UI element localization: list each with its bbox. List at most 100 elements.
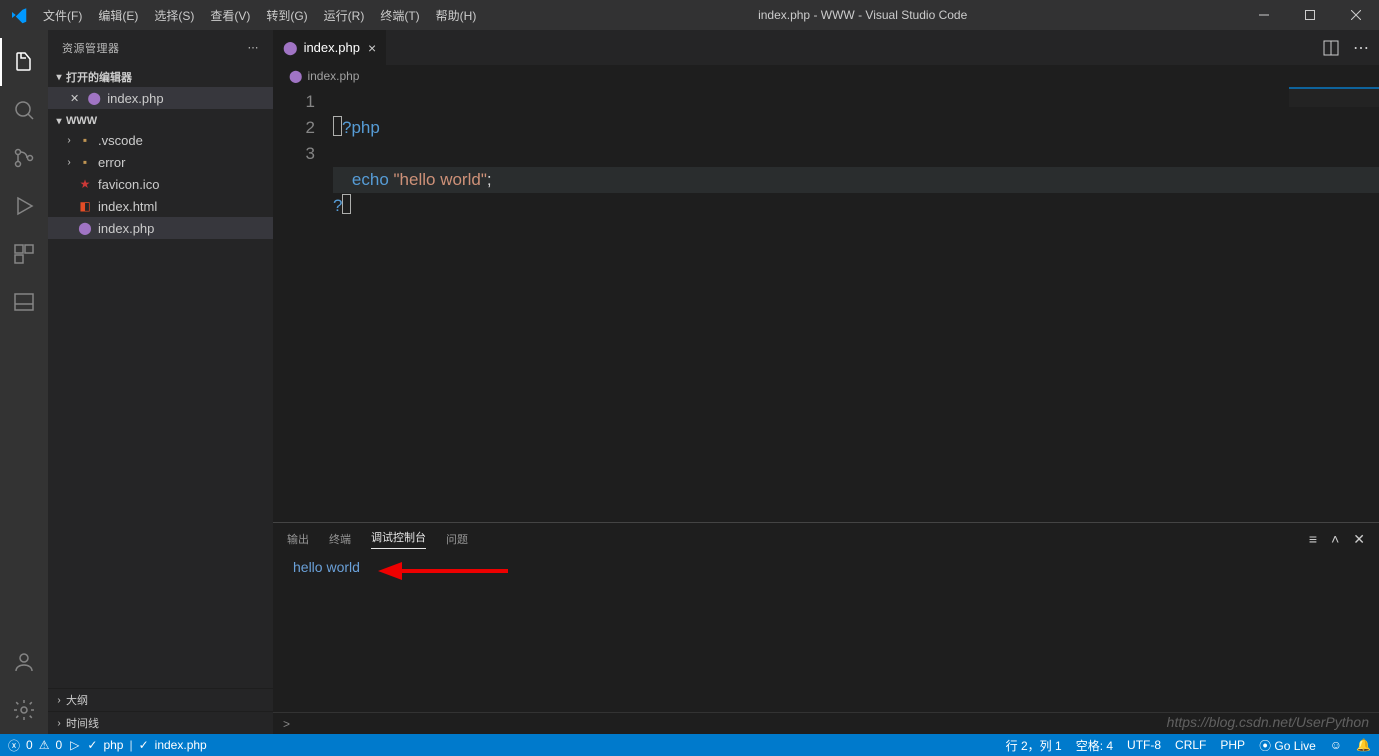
error-count: 0 (26, 738, 33, 752)
sidebar-more-icon[interactable]: ⋯ (248, 41, 260, 54)
tree-file-favicon[interactable]: ★favicon.ico (48, 173, 273, 195)
tree-item-label: .vscode (98, 133, 143, 148)
close-tab-icon[interactable]: × (368, 40, 376, 56)
php-file-icon: ⬤ (289, 69, 302, 83)
menu-help[interactable]: 帮助(H) (428, 7, 485, 24)
status-cursor[interactable]: 行 2，列 1 (1006, 737, 1062, 754)
editor-tabs: ⬤ index.php × ⋯ (273, 30, 1379, 65)
status-file-label: index.php (155, 738, 207, 752)
vscode-logo-icon (0, 6, 35, 24)
account-icon[interactable] (0, 638, 48, 686)
status-eol[interactable]: CRLF (1175, 738, 1206, 752)
panel-collapse-icon[interactable]: ˄ (1331, 531, 1339, 548)
panel-icon[interactable] (0, 278, 48, 326)
status-language[interactable]: ✓ php | ✓ index.php (87, 738, 206, 752)
split-editor-icon[interactable] (1323, 40, 1339, 56)
folder-icon: ▪ (76, 133, 94, 147)
status-encoding[interactable]: UTF-8 (1127, 738, 1161, 752)
timeline-label: 时间线 (66, 715, 99, 731)
open-editors-label: 打开的编辑器 (66, 69, 132, 85)
sidebar-header: 资源管理器 ⋯ (48, 30, 273, 65)
title-bar: 文件(F) 编辑(E) 选择(S) 查看(V) 转到(G) 运行(R) 终端(T… (0, 0, 1379, 30)
status-run[interactable]: ▷ (70, 738, 79, 752)
status-indent[interactable]: 空格: 4 (1076, 737, 1113, 754)
tree-file-indexhtml[interactable]: ◧ index.html (48, 195, 273, 217)
panel-tab-terminal[interactable]: 终端 (329, 531, 351, 547)
status-golive[interactable]: ⦿ Go Live (1259, 737, 1316, 754)
menu-terminal[interactable]: 终端(T) (372, 7, 427, 24)
status-bar: ⓧ0 ⚠0 ▷ ✓ php | ✓ index.php 行 2，列 1 空格: … (0, 734, 1379, 756)
menu-view[interactable]: 查看(V) (202, 7, 258, 24)
panel-tabs: 输出 终端 调试控制台 问题 ≡ ˄ ✕ (273, 523, 1379, 555)
menu-select[interactable]: 选择(S) (146, 7, 202, 24)
favicon-file-icon: ★ (76, 177, 94, 191)
editor-area: ⬤ index.php × ⋯ ⬤ index.php 1 2 3 ?php e… (273, 30, 1379, 734)
status-feedback-icon[interactable]: ☺ (1330, 738, 1342, 752)
open-editor-label: index.php (107, 91, 163, 106)
broadcast-icon: ⦿ (1259, 739, 1274, 753)
open-editors-section[interactable]: ▾打开的编辑器 (48, 67, 273, 87)
workspace-label: WWW (66, 115, 97, 127)
open-editor-item[interactable]: ✕ ⬤ index.php (48, 87, 273, 109)
php-file-icon: ⬤ (283, 40, 298, 56)
maximize-button[interactable] (1287, 0, 1333, 30)
code-token: "hello world" (394, 170, 487, 189)
menu-go[interactable]: 转到(G) (258, 7, 315, 24)
source-control-icon[interactable] (0, 134, 48, 182)
code-token: ; (487, 170, 492, 189)
panel-filter-icon[interactable]: ≡ (1309, 531, 1317, 548)
timeline-section[interactable]: ›时间线 (48, 711, 273, 734)
code-token (333, 170, 352, 189)
tree-folder-error[interactable]: ›▪error (48, 151, 273, 173)
status-lang-label: php (103, 738, 123, 752)
menu-edit[interactable]: 编辑(E) (90, 7, 146, 24)
status-langmode[interactable]: PHP (1220, 738, 1245, 752)
status-bell-icon[interactable]: 🔔 (1356, 738, 1371, 752)
search-icon[interactable] (0, 86, 48, 134)
run-debug-icon[interactable] (0, 182, 48, 230)
window-title: index.php - WWW - Visual Studio Code (484, 8, 1241, 22)
breadcrumb-footer[interactable]: > (273, 712, 1379, 734)
editor-tab[interactable]: ⬤ index.php × (273, 30, 387, 65)
code-content[interactable]: ?php echo "hello world"; ? (333, 87, 1379, 522)
bottom-panel: 输出 终端 调试控制台 问题 ≡ ˄ ✕ hello world (273, 522, 1379, 712)
panel-tab-output[interactable]: 输出 (287, 531, 309, 547)
explorer-icon[interactable] (0, 38, 48, 86)
line-number: 2 (273, 115, 315, 141)
warning-icon: ⚠ (39, 738, 50, 752)
line-number: 1 (273, 89, 315, 115)
settings-gear-icon[interactable] (0, 686, 48, 734)
menu-file[interactable]: 文件(F) (35, 7, 90, 24)
play-icon: ▷ (70, 738, 79, 752)
minimap[interactable] (1289, 87, 1379, 107)
html-file-icon: ◧ (76, 199, 94, 213)
workspace-section[interactable]: ▾WWW (48, 113, 273, 129)
breadcrumb[interactable]: ⬤ index.php (273, 65, 1379, 87)
tree-item-label: index.php (98, 221, 154, 236)
code-editor[interactable]: 1 2 3 ?php echo "hello world"; ? (273, 87, 1379, 522)
panel-close-icon[interactable]: ✕ (1353, 531, 1365, 548)
menu-run[interactable]: 运行(R) (316, 7, 373, 24)
close-button[interactable] (1333, 0, 1379, 30)
more-actions-icon[interactable]: ⋯ (1353, 38, 1369, 58)
code-token: ?php (342, 118, 380, 137)
tree-item-label: error (98, 155, 125, 170)
panel-tab-problems[interactable]: 问题 (446, 531, 468, 547)
error-icon: ⓧ (8, 737, 20, 754)
tree-file-indexphp[interactable]: ⬤index.php (48, 217, 273, 239)
panel-tab-debug[interactable]: 调试控制台 (371, 529, 426, 549)
outline-section[interactable]: ›大纲 (48, 688, 273, 711)
code-token: ? (333, 196, 342, 215)
panel-body: hello world (273, 555, 1379, 712)
extensions-icon[interactable] (0, 230, 48, 278)
tree-item-label: index.html (98, 199, 157, 214)
tree-folder-vscode[interactable]: ›▪.vscode (48, 129, 273, 151)
tab-label: index.php (304, 40, 360, 55)
sidebar: 资源管理器 ⋯ ▾打开的编辑器 ✕ ⬤ index.php ▾WWW ›▪.vs… (48, 30, 273, 734)
minimize-button[interactable] (1241, 0, 1287, 30)
breadcrumb-label: index.php (307, 69, 359, 83)
menu-bar: 文件(F) 编辑(E) 选择(S) 查看(V) 转到(G) 运行(R) 终端(T… (35, 7, 484, 24)
status-problems[interactable]: ⓧ0 ⚠0 (8, 737, 62, 754)
folder-icon: ▪ (76, 155, 94, 169)
close-editor-icon[interactable]: ✕ (70, 92, 79, 105)
